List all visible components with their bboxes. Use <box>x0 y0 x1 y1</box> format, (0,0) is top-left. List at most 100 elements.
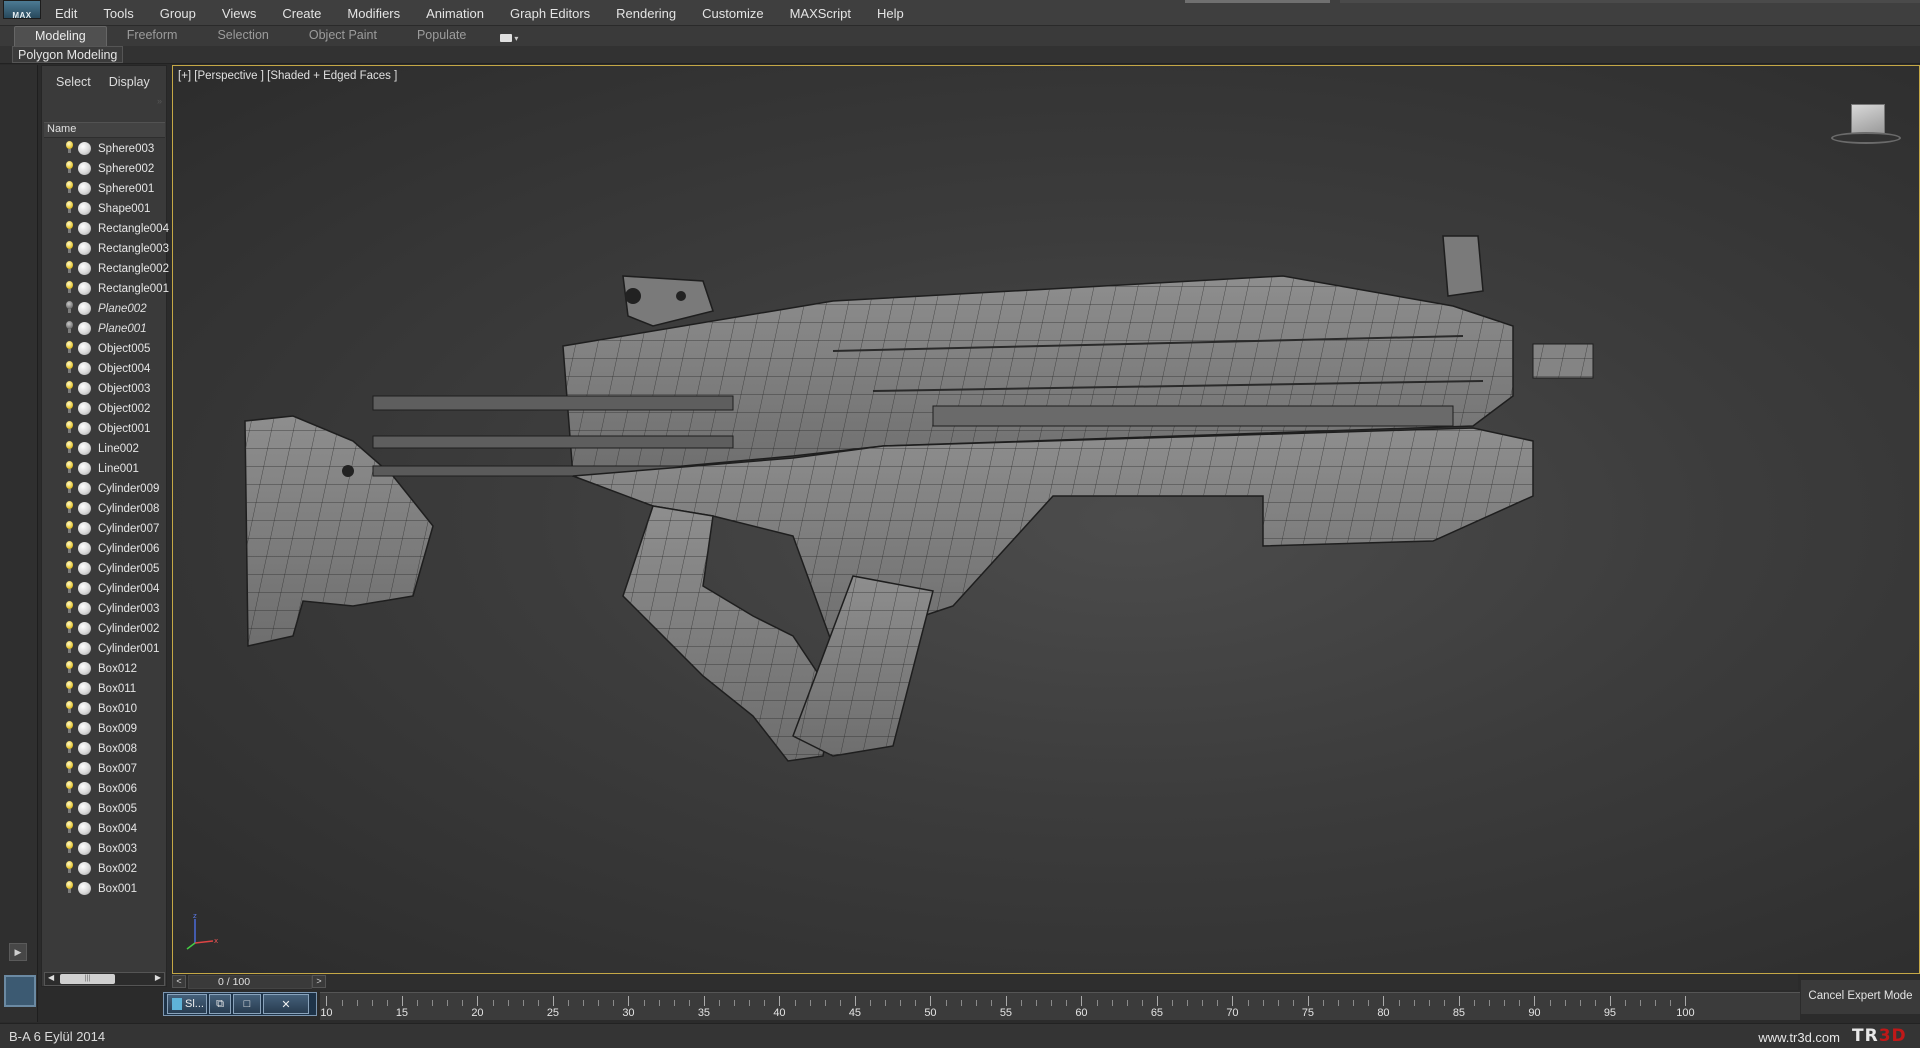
lightbulb-icon[interactable] <box>65 341 74 353</box>
lightbulb-icon[interactable] <box>65 481 74 493</box>
prev-frame-button[interactable]: < <box>172 975 186 988</box>
viewport-label[interactable]: [+] [Perspective ] [Shaded + Edged Faces… <box>178 70 397 82</box>
list-item[interactable]: Box012 <box>44 659 165 679</box>
lightbulb-icon[interactable] <box>65 261 74 273</box>
lightbulb-icon[interactable] <box>65 401 74 413</box>
maximize-icon[interactable]: □ <box>233 994 261 1014</box>
menu-help[interactable]: Help <box>864 0 917 26</box>
lightbulb-icon[interactable] <box>65 421 74 433</box>
list-item[interactable]: Object005 <box>44 339 165 359</box>
lightbulb-icon[interactable] <box>65 181 74 193</box>
list-item[interactable]: Rectangle004 <box>44 219 169 239</box>
list-item[interactable]: Cylinder005 <box>44 559 165 579</box>
lightbulb-icon[interactable] <box>65 541 74 553</box>
list-item[interactable]: Object002 <box>44 399 165 419</box>
scroll-left-icon[interactable]: ◀ <box>48 973 54 982</box>
list-item[interactable]: Rectangle001 <box>44 279 169 299</box>
lightbulb-icon[interactable] <box>65 281 74 293</box>
tab-populate[interactable]: Populate <box>397 26 486 46</box>
lightbulb-icon[interactable] <box>65 681 74 693</box>
tab-freeform[interactable]: Freeform <box>107 26 198 46</box>
polygon-modeling-panel[interactable]: Polygon Modeling <box>12 46 124 63</box>
list-item[interactable]: Cylinder007 <box>44 519 165 539</box>
lightbulb-icon[interactable] <box>65 201 74 213</box>
restore-icon[interactable]: ⧉ <box>209 994 231 1014</box>
cancel-expert-mode-button[interactable]: Cancel Expert Mode <box>1800 980 1920 1014</box>
list-item[interactable]: Box005 <box>44 799 165 819</box>
scroll-thumb[interactable]: ||| <box>60 974 115 984</box>
lightbulb-icon[interactable] <box>65 221 74 233</box>
list-item[interactable]: Object004 <box>44 359 165 379</box>
menu-edit[interactable]: Edit <box>42 0 90 26</box>
track-bar[interactable]: 10 15 20 25 30 35 40 45 50 55 60 65 70 75 80 85 90 95 100 <box>320 992 1800 1020</box>
menu-modifiers[interactable]: Modifiers <box>334 0 413 26</box>
list-item[interactable]: Cylinder009 <box>44 479 165 499</box>
list-item[interactable]: Sphere002 <box>44 159 165 179</box>
lightbulb-icon[interactable] <box>65 321 74 333</box>
menu-group[interactable]: Group <box>147 0 209 26</box>
list-item[interactable]: Box006 <box>44 779 165 799</box>
tab-object-paint[interactable]: Object Paint <box>289 26 397 46</box>
list-item[interactable]: Cylinder001 <box>44 639 165 659</box>
list-item[interactable]: Object001 <box>44 419 165 439</box>
lightbulb-icon[interactable] <box>65 881 74 893</box>
explorer-tab-select[interactable]: Select <box>56 75 91 104</box>
lightbulb-icon[interactable] <box>65 561 74 573</box>
list-item[interactable]: Rectangle003 <box>44 239 169 259</box>
minimized-window[interactable]: Sl... ⧉ □ ✕ <box>163 992 317 1016</box>
lightbulb-icon[interactable] <box>65 621 74 633</box>
ribbon-options-icon[interactable]: ▾ <box>500 26 518 46</box>
menu-tools[interactable]: Tools <box>90 0 146 26</box>
perspective-viewport[interactable]: [+] [Perspective ] [Shaded + Edged Faces… <box>172 65 1920 974</box>
lightbulb-icon[interactable] <box>65 801 74 813</box>
menu-graph-editors[interactable]: Graph Editors <box>497 0 603 26</box>
list-item[interactable]: Box010 <box>44 699 165 719</box>
list-item[interactable]: Plane001 <box>44 319 165 339</box>
lightbulb-icon[interactable] <box>65 441 74 453</box>
list-item[interactable]: Plane002 <box>44 299 165 319</box>
list-item[interactable]: Shape001 <box>44 199 165 219</box>
lightbulb-icon[interactable] <box>65 861 74 873</box>
menu-animation[interactable]: Animation <box>413 0 497 26</box>
lightbulb-icon[interactable] <box>65 161 74 173</box>
list-item[interactable]: Box008 <box>44 739 165 759</box>
lightbulb-icon[interactable] <box>65 361 74 373</box>
lightbulb-icon[interactable] <box>65 501 74 513</box>
tab-modeling[interactable]: Modeling <box>14 26 107 46</box>
time-slider[interactable]: < 0 / 100 > <box>172 974 326 990</box>
list-item[interactable]: Box009 <box>44 719 165 739</box>
list-item[interactable]: Sphere001 <box>44 179 165 199</box>
double-chevron-icon[interactable]: » <box>157 96 162 106</box>
lightbulb-icon[interactable] <box>65 301 74 313</box>
lightbulb-icon[interactable] <box>65 521 74 533</box>
list-item[interactable]: Box004 <box>44 819 165 839</box>
list-item[interactable]: Line002 <box>44 439 165 459</box>
list-item[interactable]: Cylinder003 <box>44 599 165 619</box>
list-item[interactable]: Box011 <box>44 679 165 699</box>
lightbulb-icon[interactable] <box>65 721 74 733</box>
list-item[interactable]: Cylinder004 <box>44 579 165 599</box>
explorer-hscrollbar[interactable]: ◀ ||| ▶ <box>44 972 165 986</box>
menu-customize[interactable]: Customize <box>689 0 776 26</box>
list-item[interactable]: Rectangle002 <box>44 259 169 279</box>
lightbulb-icon[interactable] <box>65 761 74 773</box>
menu-rendering[interactable]: Rendering <box>603 0 689 26</box>
list-item[interactable]: Line001 <box>44 459 165 479</box>
lightbulb-icon[interactable] <box>65 141 74 153</box>
lightbulb-icon[interactable] <box>65 781 74 793</box>
lightbulb-icon[interactable] <box>65 701 74 713</box>
lightbulb-icon[interactable] <box>65 741 74 753</box>
list-item[interactable]: Box002 <box>44 859 165 879</box>
next-frame-button[interactable]: > <box>312 975 326 988</box>
list-item[interactable]: Object003 <box>44 379 165 399</box>
viewcube-icon[interactable] <box>1831 104 1901 149</box>
list-item[interactable]: Box001 <box>44 879 165 899</box>
list-item[interactable]: Box007 <box>44 759 165 779</box>
play-icon[interactable]: ▶ <box>9 943 27 961</box>
lightbulb-icon[interactable] <box>65 641 74 653</box>
explorer-tab-display[interactable]: Display <box>109 75 150 104</box>
lightbulb-icon[interactable] <box>65 381 74 393</box>
menu-maxscript[interactable]: MAXScript <box>777 0 864 26</box>
close-icon[interactable]: ✕ <box>263 994 309 1014</box>
scroll-right-icon[interactable]: ▶ <box>155 973 161 982</box>
